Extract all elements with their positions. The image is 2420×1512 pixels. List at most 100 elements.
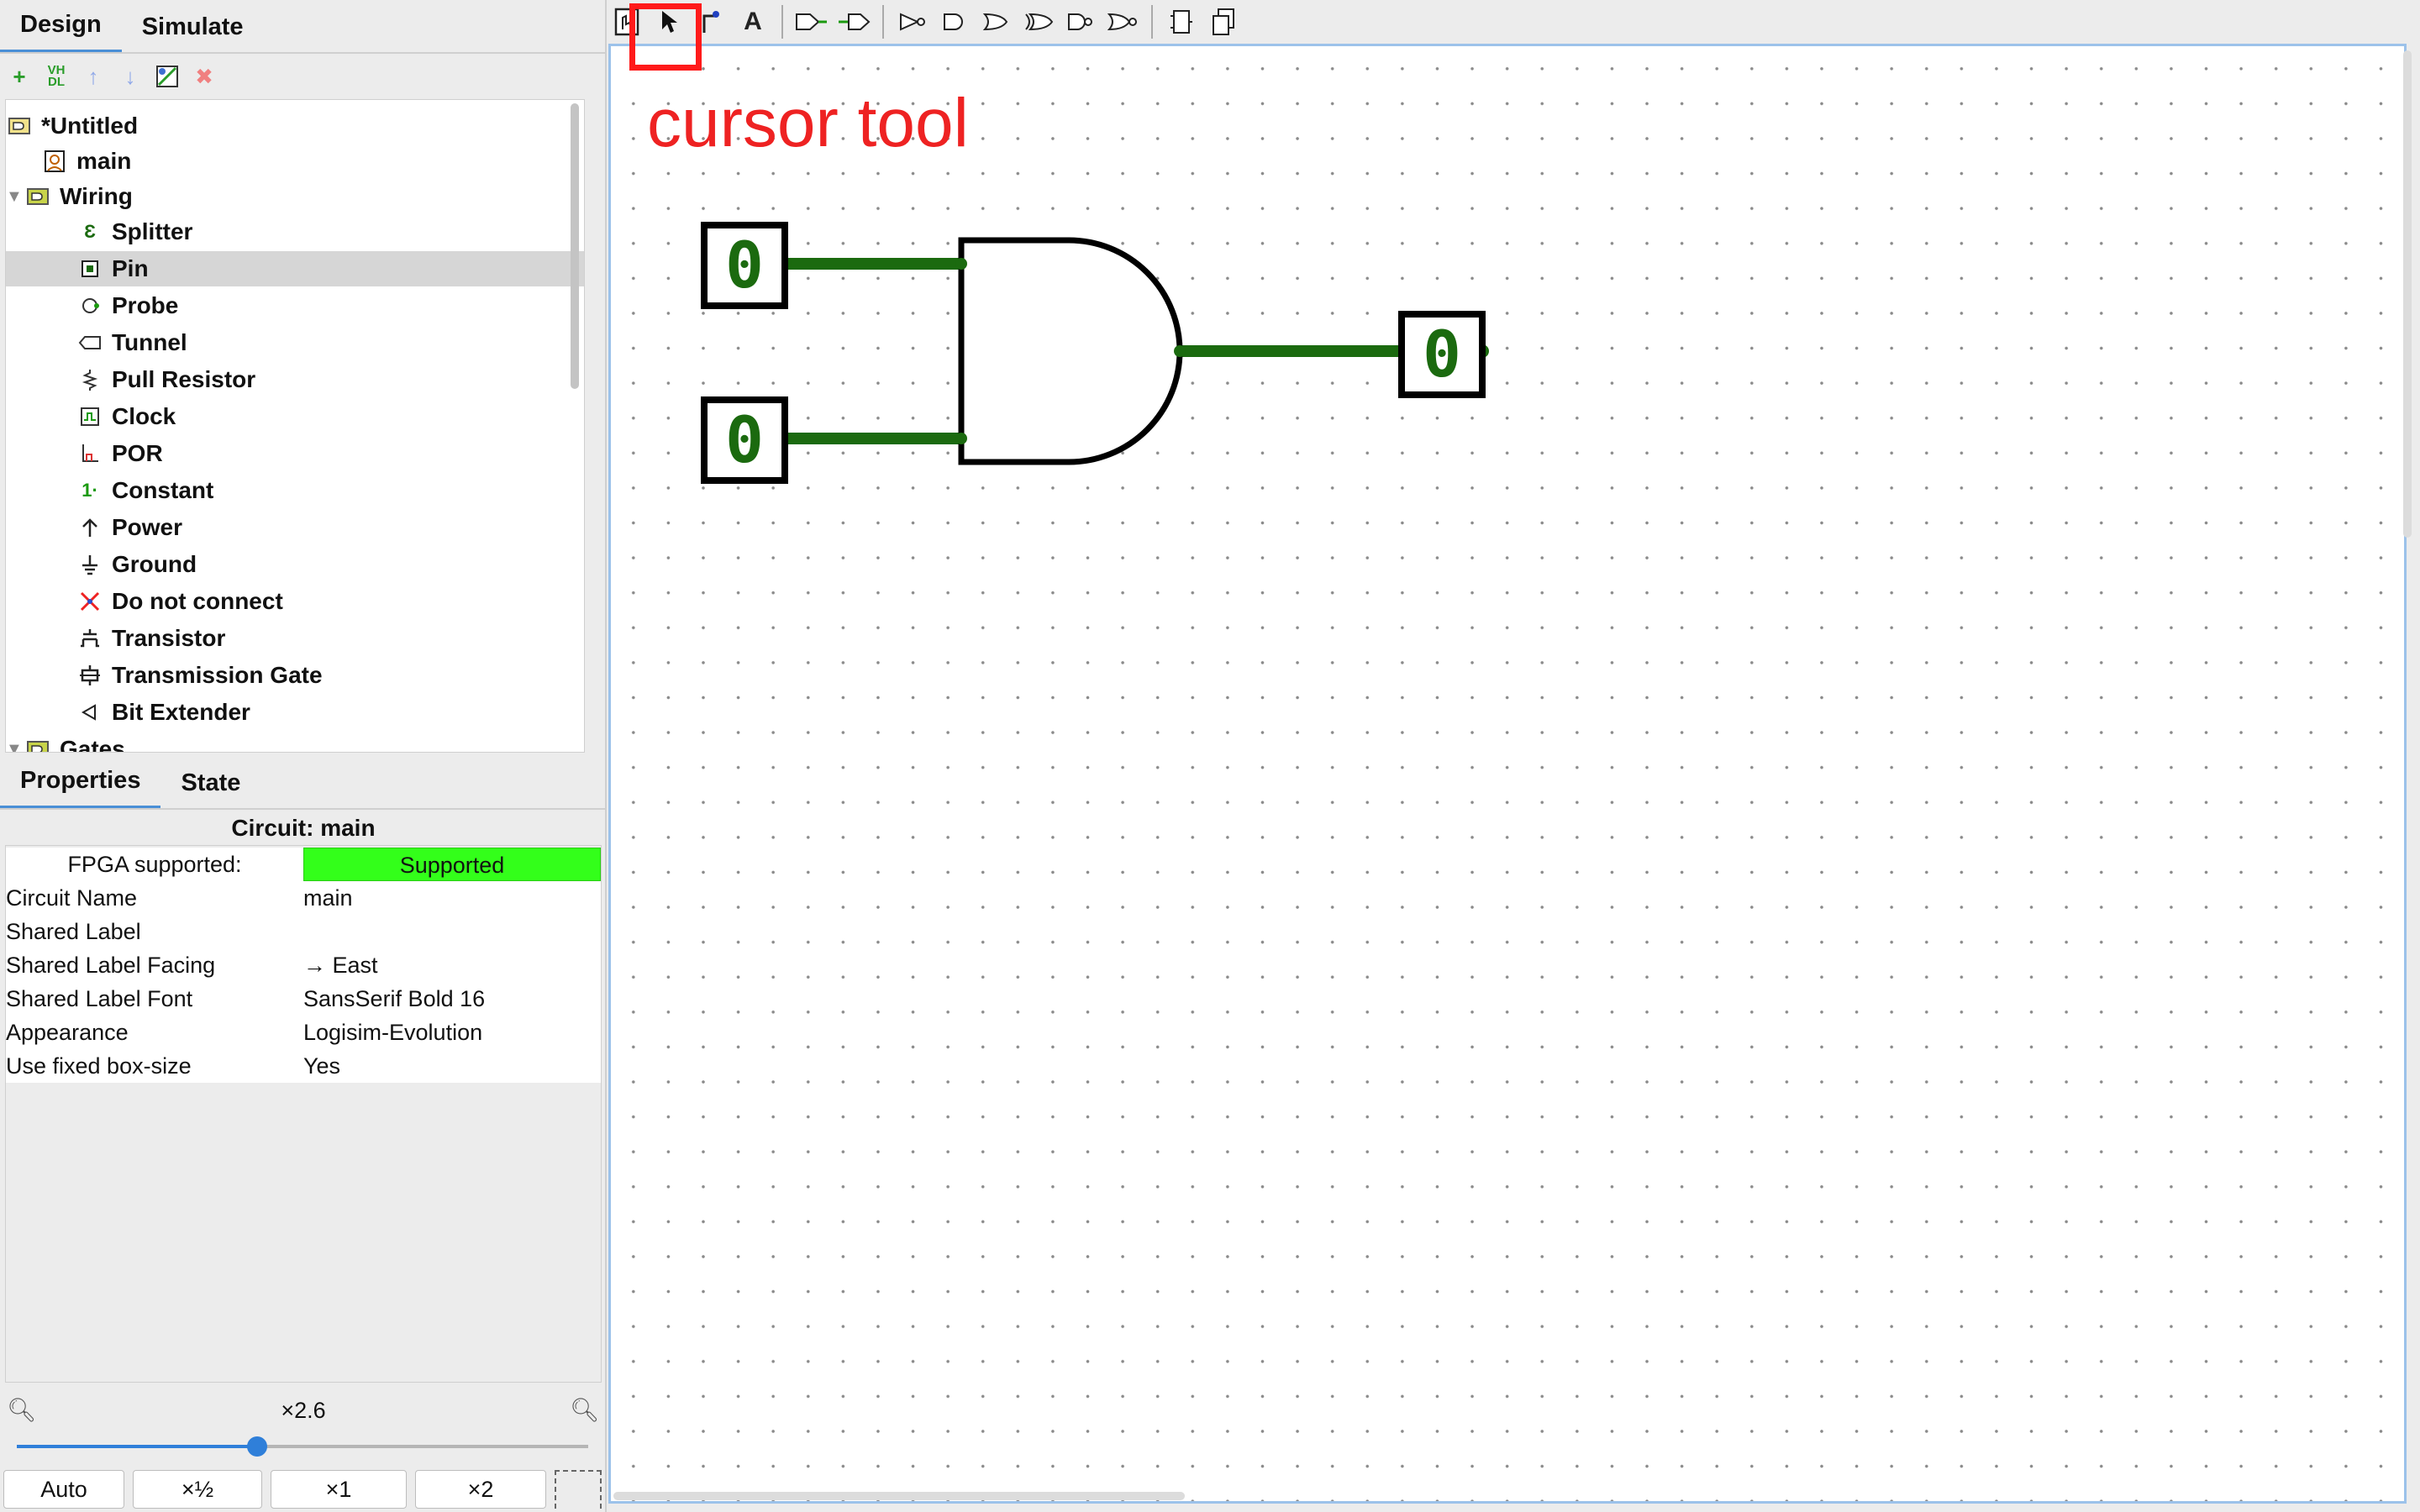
tree-item-por[interactable]: POR xyxy=(76,436,584,471)
xor-gate-tool-icon[interactable] xyxy=(1022,5,1055,39)
tree-item-tunnel[interactable]: Tunnel xyxy=(76,325,584,360)
zoom-slider[interactable] xyxy=(17,1445,588,1448)
por-icon xyxy=(76,440,103,467)
folder-icon xyxy=(24,183,51,210)
zoom-slider-fill xyxy=(17,1445,257,1448)
expand-arrow-icon[interactable]: ▼ xyxy=(6,740,24,753)
pin-icon xyxy=(76,255,103,282)
nand-gate-tool-icon[interactable] xyxy=(1064,5,1097,39)
tree-item-power[interactable]: Power xyxy=(76,510,584,545)
add-circuit-tool-icon[interactable] xyxy=(1165,5,1198,39)
toolbar-divider xyxy=(1151,5,1153,39)
property-value[interactable]: → East xyxy=(303,953,601,979)
component-tree: *Untitled main ▼ Wiring Ɛ Splitter Pin Pr… xyxy=(5,99,585,753)
output-pin-tool-icon[interactable] xyxy=(837,5,871,39)
property-key: Appearance xyxy=(6,1019,129,1045)
circuit-drawing: 0 0 0 xyxy=(701,222,1489,484)
project-label: *Untitled xyxy=(41,113,139,139)
constant-icon: 1· xyxy=(82,480,98,501)
input-pin-a[interactable]: 0 xyxy=(701,222,788,309)
move-up-icon[interactable]: ↑ xyxy=(81,64,106,89)
circuit-icon xyxy=(41,148,68,175)
and-gate-tool-icon[interactable] xyxy=(938,5,971,39)
property-row[interactable]: Shared Label Font SansSerif Bold 16 xyxy=(6,982,601,1016)
property-row[interactable]: Shared Label xyxy=(6,915,601,948)
property-row[interactable]: Shared Label Facing → East xyxy=(6,948,601,982)
nor-gate-tool-icon[interactable] xyxy=(1106,5,1139,39)
transistor-icon xyxy=(76,625,103,652)
zoom-level-label: ×2.6 xyxy=(281,1398,326,1423)
add-circuit-icon[interactable]: + xyxy=(7,64,32,89)
fullscreen-icon[interactable] xyxy=(555,1470,602,1509)
pin-value: 0 xyxy=(725,402,764,477)
add-vhdl-icon[interactable]: VH DL xyxy=(44,64,69,89)
and-gate[interactable] xyxy=(958,237,1183,465)
zoom-1x-button[interactable]: ×1 xyxy=(271,1470,407,1509)
tree-item-transistor[interactable]: Transistor xyxy=(76,621,584,656)
tab-design[interactable]: Design xyxy=(0,0,122,54)
input-pin-b[interactable]: 0 xyxy=(701,396,788,484)
expand-arrow-icon[interactable]: ▼ xyxy=(6,187,24,207)
tree-folder-gates[interactable]: ▼ Gates xyxy=(6,732,584,753)
delete-circuit-icon[interactable]: ✖ xyxy=(192,64,217,89)
not-gate-tool-icon[interactable] xyxy=(896,5,929,39)
canvas-horizontal-scrollbar[interactable] xyxy=(613,1492,1185,1500)
text-tool-icon[interactable]: A xyxy=(736,5,770,39)
tree-item-constant[interactable]: 1· Constant xyxy=(76,473,584,508)
tree-circuit-main[interactable]: main xyxy=(41,144,584,179)
tab-properties[interactable]: Properties xyxy=(0,756,161,810)
tree-item-splitter[interactable]: Ɛ Splitter xyxy=(76,214,584,249)
tree-item-bit-extender[interactable]: Bit Extender xyxy=(76,695,584,730)
tab-state[interactable]: State xyxy=(160,756,260,810)
tree-item-do-not-connect[interactable]: Do not connect xyxy=(76,584,584,619)
tree-scrollbar[interactable] xyxy=(571,103,579,389)
connection-dot xyxy=(955,433,967,444)
input-pin-tool-icon[interactable] xyxy=(795,5,829,39)
annotation-label: cursor tool xyxy=(647,85,969,161)
tree-item-probe[interactable]: Probe xyxy=(76,288,584,323)
clock-icon xyxy=(76,403,103,430)
item-label: POR xyxy=(112,440,163,466)
zoom-auto-button[interactable]: Auto xyxy=(3,1470,124,1509)
zoom-in-icon[interactable]: 🔍︎ xyxy=(570,1396,600,1424)
bit-extender-icon xyxy=(76,699,103,726)
output-pin[interactable]: 0 xyxy=(1398,311,1486,398)
or-gate-tool-icon[interactable] xyxy=(980,5,1013,39)
tree-item-clock[interactable]: Clock xyxy=(76,399,584,434)
tree-item-ground[interactable]: Ground xyxy=(76,547,584,582)
design-simulate-tabs: Design Simulate xyxy=(0,0,264,54)
property-value[interactable]: Yes xyxy=(303,1053,601,1079)
item-label: Transistor xyxy=(112,625,226,651)
item-label: Power xyxy=(112,514,183,540)
property-row[interactable]: Circuit Name main xyxy=(6,881,601,915)
splitter-icon: Ɛ xyxy=(84,221,96,242)
edit-appearance-icon[interactable] xyxy=(155,64,180,89)
pin-value: 0 xyxy=(725,228,764,302)
zoom-bar: 🔍︎ ×2.6 🔍︎ Auto ×½ ×1 ×2 xyxy=(0,1386,607,1512)
pull-resistor-icon xyxy=(76,366,103,393)
property-value[interactable]: Logisim-Evolution xyxy=(303,1020,601,1046)
property-key: Use fixed box-size xyxy=(6,1053,192,1079)
tab-simulate[interactable]: Simulate xyxy=(122,0,264,54)
property-key: Shared Label xyxy=(6,918,141,944)
tree-item-transmission-gate[interactable]: Transmission Gate xyxy=(76,658,584,693)
property-value[interactable]: SansSerif Bold 16 xyxy=(303,986,601,1012)
property-row[interactable]: Appearance Logisim-Evolution xyxy=(6,1016,601,1049)
zoom-slider-thumb[interactable] xyxy=(246,1436,267,1457)
tool-toolbar: A xyxy=(607,0,2420,44)
move-down-icon[interactable]: ↓ xyxy=(118,64,143,89)
tree-item-pull-resistor[interactable]: Pull Resistor xyxy=(76,362,584,397)
properties-state-tabs: Properties State xyxy=(0,756,260,810)
toolbar-divider xyxy=(882,5,884,39)
property-value[interactable]: main xyxy=(303,885,601,911)
tree-folder-wiring[interactable]: ▼ Wiring xyxy=(6,179,584,214)
tree-item-pin[interactable]: Pin xyxy=(6,251,584,286)
property-row[interactable]: Use fixed box-size Yes xyxy=(6,1049,601,1083)
duplicate-circuit-tool-icon[interactable] xyxy=(1207,5,1240,39)
tree-project[interactable]: *Untitled xyxy=(6,108,584,144)
tab-divider xyxy=(0,52,607,54)
do-not-connect-icon xyxy=(76,588,103,615)
zoom-2x-button[interactable]: ×2 xyxy=(415,1470,546,1509)
zoom-half-button[interactable]: ×½ xyxy=(133,1470,262,1509)
properties-title: Circuit: main xyxy=(231,815,376,841)
